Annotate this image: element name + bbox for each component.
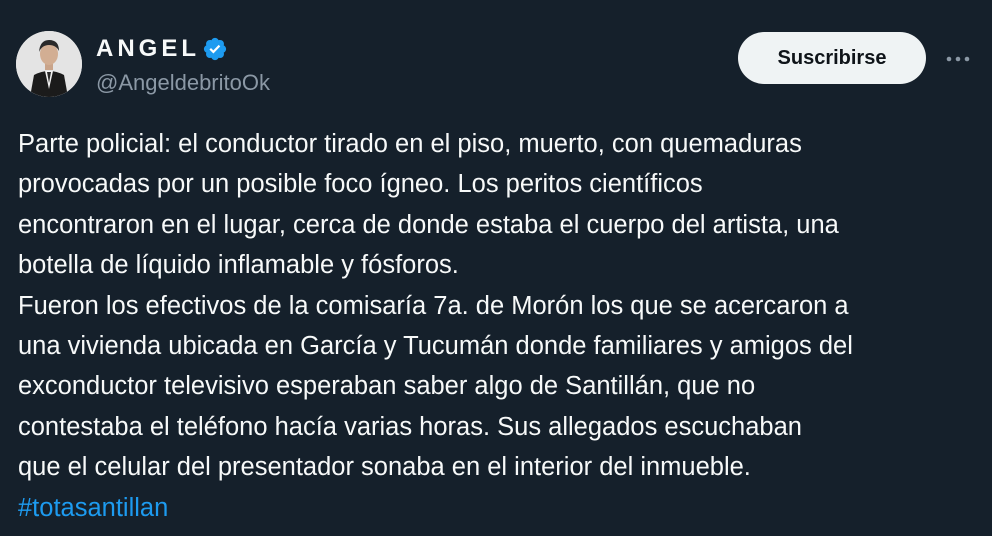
author-name-row: ANGEL: [96, 34, 228, 64]
hashtag-link[interactable]: #totasantillan: [18, 488, 978, 528]
author-handle[interactable]: @AngeldebritoOk: [96, 70, 270, 96]
more-options-button[interactable]: [938, 44, 978, 74]
tweet-text-line: Fueron los efectivos de la comisaría 7a.…: [18, 291, 849, 320]
more-dots-icon: [946, 56, 970, 62]
tweet-text-line: una vivienda ubicada en García y Tucumán…: [18, 332, 853, 361]
tweet-text-line: provocadas por un posible foco ígneo. Lo…: [18, 170, 703, 199]
avatar-image: [16, 31, 82, 97]
verified-badge-icon: [203, 37, 227, 61]
tweet-text: Parte policial: el conductor tirado en e…: [18, 124, 978, 528]
tweet-text-line: contestaba el teléfono hacía varias hora…: [18, 412, 802, 441]
subscribe-button[interactable]: Suscribirse: [738, 32, 926, 84]
tweet-text-line: exconductor televisivo esperaban saber a…: [18, 372, 756, 401]
avatar[interactable]: [16, 31, 82, 97]
tweet-text-line: encontraron en el lugar, cerca de donde …: [18, 210, 839, 239]
tweet-text-line: que el celular del presentador sonaba en…: [18, 453, 751, 482]
tweet-card: ANGEL @AngeldebritoOk Suscribirse Parte …: [0, 0, 992, 536]
author-display-name[interactable]: ANGEL: [96, 35, 200, 63]
tweet-text-line: Parte policial: el conductor tirado en e…: [18, 130, 802, 158]
tweet-text-line: botella de líquido inflamable y fósforos…: [18, 251, 459, 280]
